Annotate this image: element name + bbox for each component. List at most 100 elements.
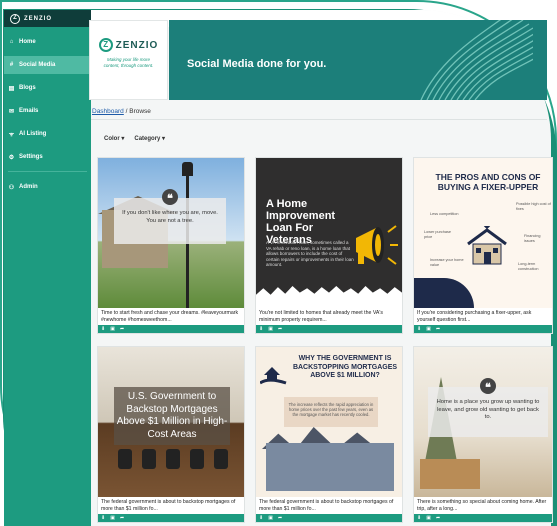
chevron-down-icon: ▾: [121, 136, 125, 142]
sidebar-item-label: Emails: [19, 108, 39, 114]
share-icon[interactable]: ➦: [436, 326, 440, 332]
post-image[interactable]: WHY THE GOVERNMENT IS BACKSTOPPING MORTG…: [256, 347, 402, 497]
sidebar-item-emails[interactable]: ✉ Emails: [4, 102, 91, 120]
banner: Social Media done for you.: [169, 20, 547, 100]
chevron-down-icon: ▾: [162, 136, 166, 142]
post-image-body: A VA renovation loan, sometimes called a…: [266, 240, 354, 267]
banner-logo-panel: Z ZENZIO Making your life more content, …: [89, 20, 168, 100]
save-icon[interactable]: ▣: [110, 326, 115, 332]
post-image-title: WHY THE GOVERNMENT IS BACKSTOPPING MORTG…: [292, 355, 398, 379]
sidebar-item-blogs[interactable]: ▤ Blogs: [4, 79, 91, 97]
breadcrumb: Dashboard / Browse: [92, 108, 151, 115]
quote-text: Home is a place you grow up wanting to l…: [436, 399, 540, 420]
post-image-title: U.S. Government to Backstop Mortgages Ab…: [114, 387, 230, 445]
share-icon[interactable]: ➦: [278, 515, 282, 521]
breadcrumb-dashboard-link[interactable]: Dashboard: [92, 108, 124, 115]
breadcrumb-separator: /: [125, 108, 128, 115]
bar-stools: [118, 449, 228, 469]
card-actions: ⬇ ▣ ➦: [98, 514, 244, 522]
sidebar-item-settings[interactable]: ⚙ Settings: [4, 148, 91, 166]
zenzio-logo-icon: Z: [98, 38, 113, 52]
download-icon[interactable]: ⬇: [259, 515, 263, 521]
hand-holding-house-icon: [260, 367, 287, 385]
post-card[interactable]: U.S. Government to Backstop Mortgages Ab…: [97, 346, 245, 523]
sidebar-item-label: Admin: [19, 184, 38, 190]
swirl-graphic-icon: [420, 20, 533, 100]
card-actions: ⬇ ▣ ➦: [98, 325, 244, 333]
quote-overlay: ❝ Home is a place you grow up wanting to…: [428, 378, 548, 437]
post-image[interactable]: A Home Improvement Loan For Veterans A V…: [256, 158, 402, 308]
share-icon[interactable]: ➦: [436, 515, 440, 521]
save-icon[interactable]: ▣: [426, 515, 431, 521]
sidebar-nav: ⌂ Home # Social Media ▤ Blogs ✉ Emails ᯤ…: [4, 33, 91, 196]
post-caption: The federal government is about to backs…: [101, 499, 236, 512]
post-caption: The federal government is about to backs…: [259, 499, 394, 512]
category-filter-dropdown[interactable]: Category ▾: [134, 135, 165, 142]
sidebar-item-label: Home: [19, 39, 36, 45]
download-icon[interactable]: ⬇: [259, 326, 263, 332]
post-caption: You're not limited to homes that already…: [259, 310, 383, 323]
post-card[interactable]: THE PROS AND CONS OF BUYING A FIXER-UPPE…: [413, 157, 553, 334]
color-filter-dropdown[interactable]: Color ▾: [104, 135, 124, 142]
post-image[interactable]: ❝ If you don't like where you are, move.…: [98, 158, 244, 308]
gift-boxes: [420, 459, 480, 489]
sidebar-item-label: Blogs: [19, 85, 36, 91]
quote-text: If you don't like where you are, move. Y…: [122, 210, 218, 224]
post-card[interactable]: A Home Improvement Loan For Veterans A V…: [255, 157, 403, 334]
post-image-title: THE PROS AND CONS OF BUYING A FIXER-UPPE…: [435, 172, 541, 192]
download-icon[interactable]: ⬇: [101, 326, 105, 332]
post-image-body: The increase reflects the rapid apprecia…: [284, 397, 378, 427]
home-icon: ⌂: [9, 39, 14, 45]
sidebar-item-label: Settings: [19, 154, 43, 160]
share-icon[interactable]: ➦: [120, 515, 124, 521]
post-image[interactable]: U.S. Government to Backstop Mortgages Ab…: [98, 347, 244, 497]
share-icon[interactable]: ➦: [120, 326, 124, 332]
download-icon[interactable]: ⬇: [417, 515, 421, 521]
card-actions: ⬇ ▣ ➦: [256, 325, 402, 333]
save-icon[interactable]: ▣: [110, 515, 115, 521]
house-photo: [266, 443, 394, 491]
post-caption: Time to start fresh and chase your dream…: [101, 310, 239, 323]
card-actions: ⬇ ▣ ➦: [414, 325, 552, 333]
quote-icon: ❝: [162, 189, 178, 205]
post-card[interactable]: ❝ Home is a place you grow up wanting to…: [413, 346, 553, 523]
con-label: Long-term construction: [518, 262, 539, 271]
con-label: Financing issues: [524, 234, 541, 243]
sidebar: Z ZENZIO ⌂ Home # Social Media ▤ Blogs ✉…: [4, 10, 91, 526]
banner-title: Social Media done for you.: [187, 58, 327, 70]
banner-tagline: Making your life more content, through c…: [103, 57, 154, 68]
post-image[interactable]: ❝ Home is a place you grow up wanting to…: [414, 347, 552, 497]
post-caption: If you're considering purchasing a fixer…: [417, 310, 532, 323]
sidebar-item-ai-listing[interactable]: ᯤ AI Listing: [4, 125, 91, 143]
blog-icon: ▤: [8, 85, 15, 92]
post-image[interactable]: THE PROS AND CONS OF BUYING A FIXER-UPPE…: [414, 158, 552, 308]
sidebar-item-label: Social Media: [19, 62, 56, 68]
share-icon[interactable]: ➦: [278, 326, 282, 332]
pro-label: Increase your home value: [430, 258, 464, 267]
save-icon[interactable]: ▣: [268, 515, 273, 521]
card-actions: ⬇ ▣ ➦: [256, 514, 402, 522]
sidebar-divider: [8, 171, 87, 172]
broadcast-icon: ᯤ: [8, 132, 15, 138]
sidebar-logo[interactable]: Z ZENZIO: [4, 10, 91, 27]
sidebar-item-admin[interactable]: ⚇ Admin: [4, 178, 91, 196]
post-card[interactable]: ❝ If you don't like where you are, move.…: [97, 157, 245, 334]
card-actions: ⬇ ▣ ➦: [414, 514, 552, 522]
banner-logo-text: ZENZIO: [115, 39, 159, 51]
con-label: Possible high cost of fixes: [516, 202, 551, 211]
save-icon[interactable]: ▣: [268, 326, 273, 332]
save-icon[interactable]: ▣: [426, 326, 431, 332]
quote-icon: ❝: [480, 378, 496, 394]
brand-name: ZENZIO: [24, 15, 52, 22]
pro-label: Lower purchase price: [424, 230, 452, 239]
breadcrumb-current: Browse: [129, 108, 151, 115]
admin-icon: ⚇: [8, 184, 15, 191]
email-icon: ✉: [8, 108, 15, 115]
post-card[interactable]: WHY THE GOVERNMENT IS BACKSTOPPING MORTG…: [255, 346, 403, 523]
divider: [91, 119, 547, 120]
megaphone-icon: [356, 225, 398, 265]
download-icon[interactable]: ⬇: [101, 515, 105, 521]
download-icon[interactable]: ⬇: [417, 326, 421, 332]
sidebar-item-social-media[interactable]: # Social Media: [4, 56, 91, 74]
sidebar-item-home[interactable]: ⌂ Home: [4, 33, 91, 51]
